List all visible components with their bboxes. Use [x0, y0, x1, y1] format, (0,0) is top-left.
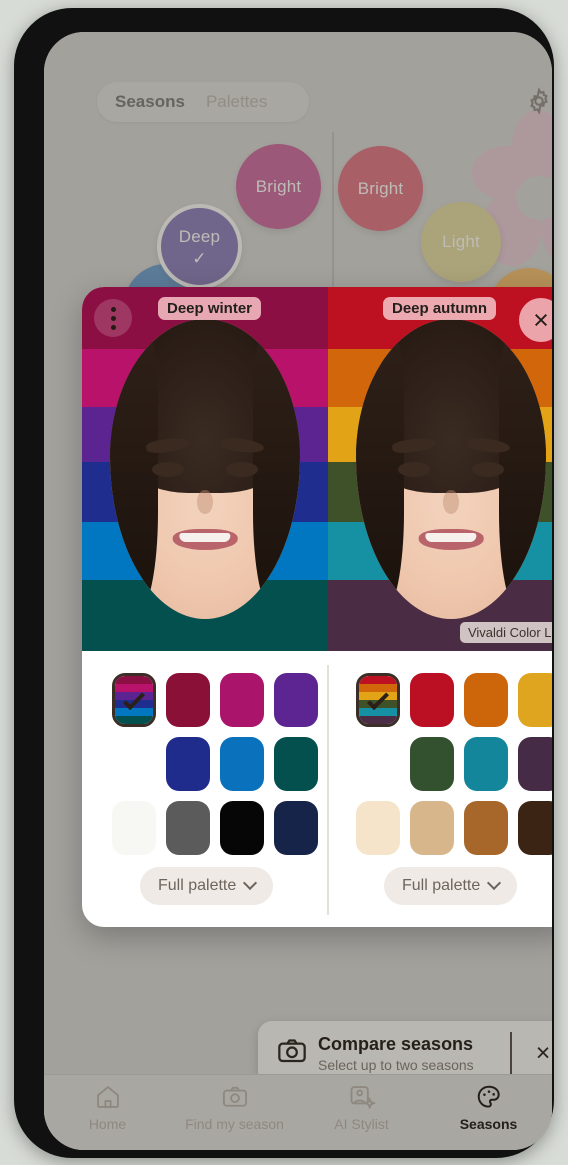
photo-comparison-row: Deep winter Deep autumn × Vivaldi Color … [82, 287, 552, 651]
swatch-color[interactable] [356, 801, 400, 855]
swatch-color[interactable] [518, 673, 552, 727]
swatch-color[interactable] [274, 737, 318, 791]
swatch-color[interactable] [518, 737, 552, 791]
chevron-down-icon [243, 875, 258, 891]
snackbar-text: Compare seasons Select up to two seasons [318, 1034, 510, 1073]
swatch-color[interactable] [410, 737, 454, 791]
bottom-navigation: Home Find my season AI Stylist Seasons [44, 1074, 552, 1150]
swatch-color[interactable] [410, 801, 454, 855]
swatch-all-colors[interactable] [112, 673, 156, 727]
camera-icon [276, 1035, 308, 1072]
swatch-row-2 [410, 737, 552, 791]
swatch-all-colors[interactable] [356, 673, 400, 727]
nav-item-seasons[interactable]: Seasons [425, 1083, 552, 1132]
full-palette-label: Full palette [158, 877, 237, 894]
full-palette-label: Full palette [402, 877, 481, 894]
photo-pane-deep-winter: Deep winter [82, 287, 328, 651]
full-palette-button-left[interactable]: Full palette [140, 867, 274, 905]
swatch-color[interactable] [464, 673, 508, 727]
ai-portrait-icon [350, 1086, 376, 1110]
phone-screen: Bright Bright Light Deep ✓ Seasons Palet… [44, 32, 552, 1150]
swatch-color[interactable] [518, 801, 552, 855]
model-face-photo [356, 319, 546, 619]
swatch-color[interactable] [220, 801, 264, 855]
swatch-color[interactable] [464, 801, 508, 855]
swatch-color[interactable] [166, 737, 210, 791]
swatch-row-3 [112, 801, 328, 855]
nav-label: AI Stylist [334, 1116, 389, 1132]
phone-frame: Bright Bright Light Deep ✓ Seasons Palet… [14, 8, 554, 1158]
swatch-color[interactable] [220, 737, 264, 791]
compare-seasons-modal: Deep winter Deep autumn × Vivaldi Color … [82, 287, 552, 927]
swatch-area: Full palette Full palette [82, 651, 552, 927]
swatch-pane-left: Full palette [82, 651, 328, 927]
swatch-color[interactable] [166, 673, 210, 727]
swatch-pane-right: Full palette [328, 651, 552, 927]
palette-icon [477, 1085, 500, 1108]
swatch-row-2 [166, 737, 328, 791]
camera-icon [222, 1086, 247, 1107]
photo-pane-deep-autumn: Deep autumn × Vivaldi Color Lab [328, 287, 552, 651]
nav-label: Home [88, 1116, 127, 1132]
swatch-row-3 [356, 801, 552, 855]
nav-label: Seasons [459, 1116, 518, 1132]
swatch-color[interactable] [274, 801, 318, 855]
swatch-color[interactable] [220, 673, 264, 727]
snackbar-title: Compare seasons [318, 1033, 474, 1054]
swatch-row-1 [112, 673, 328, 727]
nav-item-ai-stylist[interactable]: AI Stylist [298, 1083, 425, 1132]
swatch-color[interactable] [274, 673, 318, 727]
nav-label: Find my season [185, 1116, 284, 1132]
nav-item-home[interactable]: Home [44, 1083, 171, 1132]
more-vertical-icon[interactable] [94, 299, 132, 337]
swatch-color[interactable] [464, 737, 508, 791]
snackbar-subtitle: Select up to two seasons [318, 1056, 474, 1073]
swatch-color[interactable] [410, 673, 454, 727]
nav-item-find-my-season[interactable]: Find my season [171, 1083, 298, 1132]
swatch-color[interactable] [166, 801, 210, 855]
season-tag-right: Deep autumn [382, 297, 496, 320]
model-face-photo [110, 319, 300, 619]
chevron-down-icon [487, 875, 502, 891]
season-tag-left: Deep winter [158, 297, 262, 320]
full-palette-button-right[interactable]: Full palette [384, 867, 518, 905]
watermark-label: Vivaldi Color Lab [459, 622, 552, 643]
swatch-color[interactable] [112, 801, 156, 855]
swatch-row-1 [356, 673, 552, 727]
snackbar-close-icon[interactable]: × [512, 1039, 552, 1068]
home-icon [96, 1085, 119, 1109]
